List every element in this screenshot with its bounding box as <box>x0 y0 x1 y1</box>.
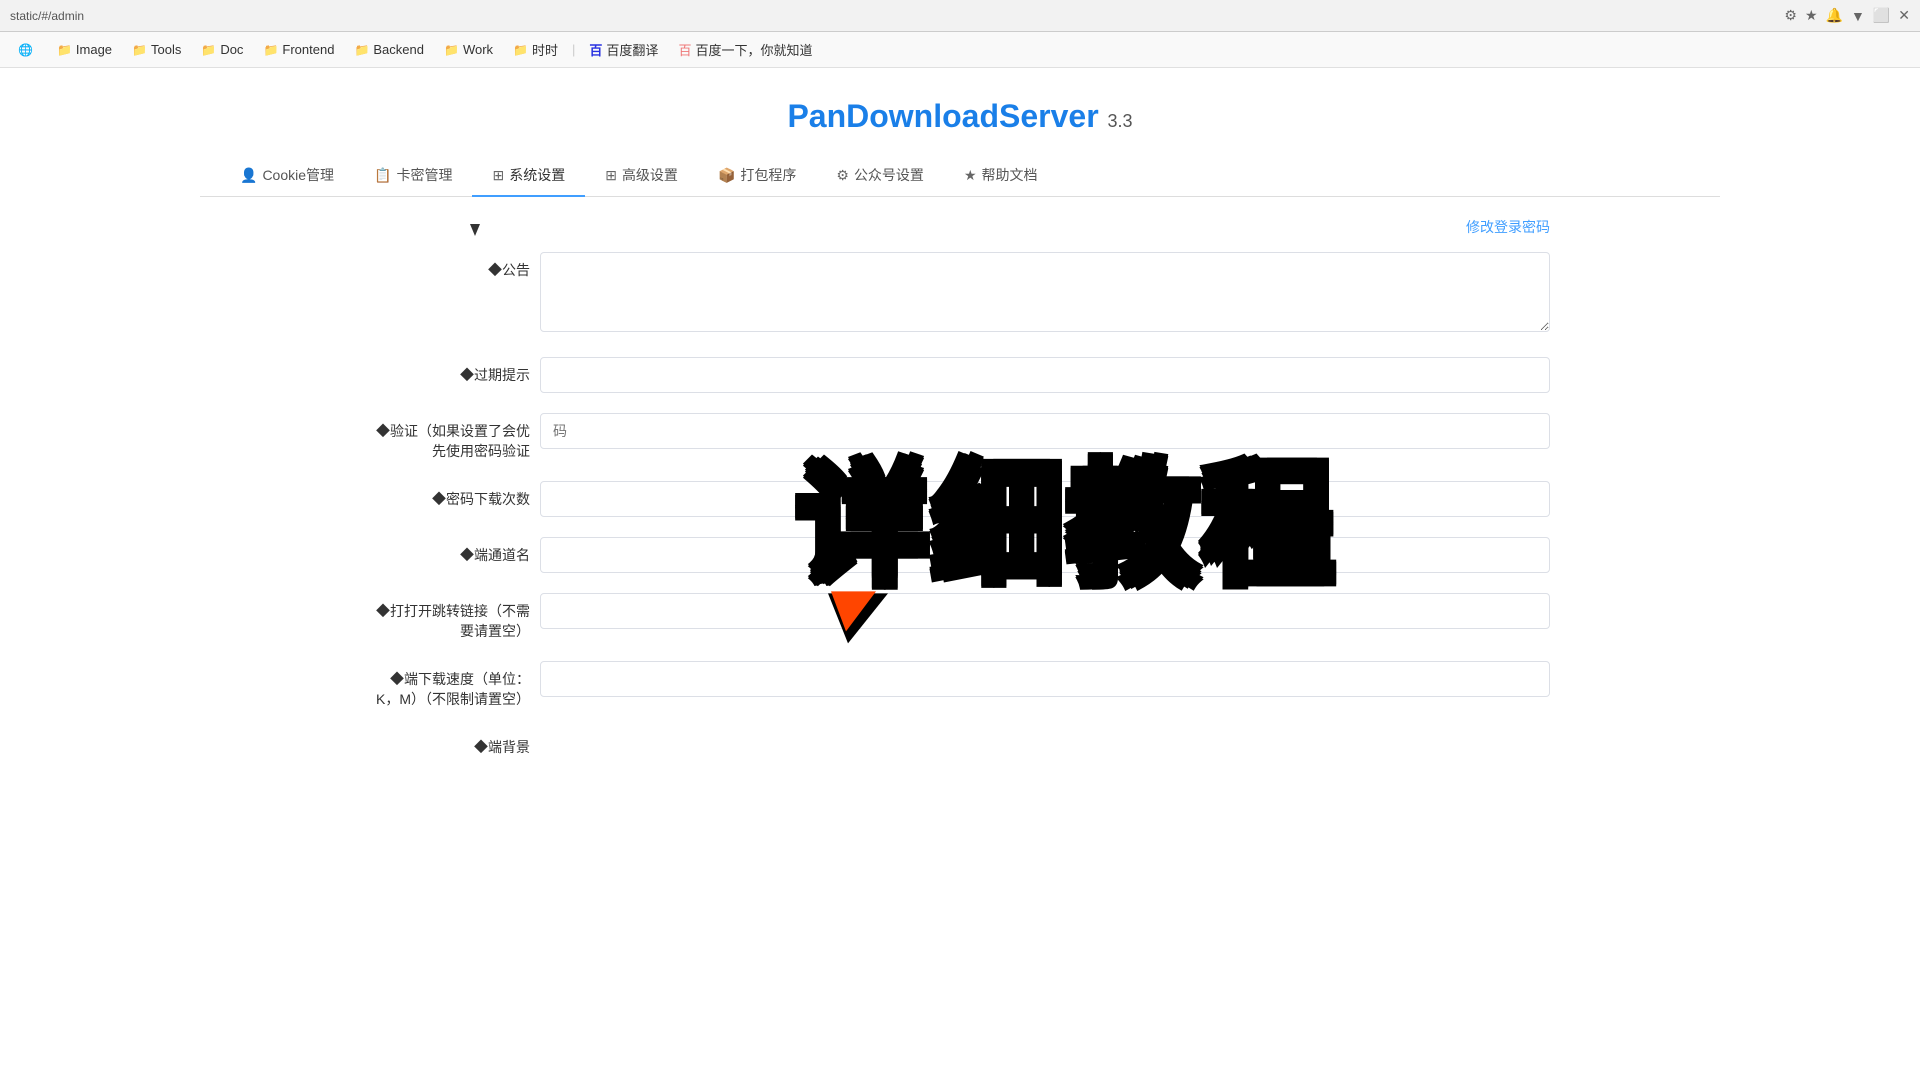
folder-icon: 📁 <box>132 43 147 57</box>
announcement-input-wrapper <box>540 252 1550 337</box>
browser-bar: static/#/admin ⚙ ★ 🔔 ▼ ⬜ ✕ <box>0 0 1920 32</box>
bookmark-baidu-search[interactable]: 百 百度一下，你就知道 <box>670 37 820 62</box>
package-icon: 📦 <box>718 167 735 184</box>
verify-row: ◆验证（如果设置了会优先使用密码验证 <box>370 413 1550 461</box>
bookmark-backend[interactable]: 📁 Backend <box>346 39 432 60</box>
password-downloads-row: ◆密码下载次数 <box>370 481 1550 517</box>
settings-icon[interactable]: ⚙ <box>1784 7 1797 24</box>
profile-icon[interactable]: ▼ <box>1851 8 1865 24</box>
tab-cardkey[interactable]: 📋 卡密管理 <box>354 155 472 197</box>
expiry-hint-input-wrapper <box>540 357 1550 393</box>
network-icon: 🌐 <box>18 43 33 57</box>
site-version: 3.3 <box>1108 111 1133 131</box>
password-downloads-input-wrapper <box>540 481 1550 517</box>
verify-input-wrapper <box>540 413 1550 449</box>
password-downloads-input[interactable] <box>540 481 1550 517</box>
password-downloads-label: ◆密码下载次数 <box>370 481 530 509</box>
verify-label: ◆验证（如果设置了会优先使用密码验证 <box>370 413 530 461</box>
expiry-hint-row: ◆过期提示 <box>370 357 1550 393</box>
redirect-row: ◆打打开跳转链接（不需要请置空） <box>370 593 1550 641</box>
bookmark-shishi[interactable]: 📁 时时 <box>505 37 566 62</box>
redirect-input[interactable] <box>540 593 1550 629</box>
browser-url: static/#/admin <box>10 9 1784 23</box>
expiry-hint-input[interactable] <box>540 357 1550 393</box>
browser-icons: ⚙ ★ 🔔 ▼ ⬜ ✕ <box>1784 7 1910 24</box>
tab-advanced[interactable]: ⊞ 高级设置 <box>585 155 698 197</box>
folder-icon: 📁 <box>513 43 528 57</box>
verify-input[interactable] <box>540 413 1550 449</box>
tab-package[interactable]: 📦 打包程序 <box>698 155 816 197</box>
bookmark-separator: | <box>572 42 575 57</box>
baidu-search-icon: 百 <box>678 40 691 59</box>
advanced-icon: ⊞ <box>605 167 617 184</box>
redirect-input-wrapper <box>540 593 1550 629</box>
folder-icon: 📁 <box>354 43 369 57</box>
bookmark-baidu-fanyi[interactable]: 百 百度翻译 <box>581 37 666 62</box>
extension-icon[interactable]: 🔔 <box>1826 7 1843 24</box>
bookmark-frontend[interactable]: 📁 Frontend <box>255 39 342 60</box>
tab-help[interactable]: ★ 帮助文档 <box>944 155 1058 197</box>
folder-icon: 📁 <box>57 43 72 57</box>
restore-icon[interactable]: ⬜ <box>1873 7 1890 24</box>
backend-bg-label: ◆端背景 <box>370 729 530 757</box>
download-speed-input[interactable] <box>540 661 1550 697</box>
download-speed-label: ◆端下载速度（单位：K，M）（不限制请置空） <box>370 661 530 709</box>
expiry-hint-label: ◆过期提示 <box>370 357 530 385</box>
folder-icon: 📁 <box>444 43 459 57</box>
tab-system[interactable]: ⊞ 系统设置 <box>472 155 585 197</box>
channel-name-label: ◆端通道名 <box>370 537 530 565</box>
site-title: PanDownloadServer <box>787 98 1098 134</box>
close-icon[interactable]: ✕ <box>1898 7 1910 24</box>
tab-cookie[interactable]: 👤 Cookie管理 <box>220 155 354 197</box>
user-icon: 👤 <box>240 167 257 184</box>
content-area: 修改登录密码 ◆公告 ◆过期提示 ◆验证（如果设置了会优先使用密码验证 ◆密码下… <box>340 197 1580 797</box>
bookmark-image[interactable]: 📁 Image <box>49 39 120 60</box>
folder-icon: 📁 <box>263 43 278 57</box>
download-speed-input-wrapper <box>540 661 1550 697</box>
bookmark-network[interactable]: 🌐 <box>10 40 45 60</box>
bookmarks-bar: 🌐 📁 Image 📁 Tools 📁 Doc 📁 Frontend 📁 Bac… <box>0 32 1920 68</box>
announcement-row: ◆公告 <box>370 252 1550 337</box>
channel-name-row: ◆端通道名 <box>370 537 1550 573</box>
card-icon: 📋 <box>374 167 391 184</box>
download-speed-row: ◆端下载速度（单位：K，M）（不限制请置空） <box>370 661 1550 709</box>
nav-tabs: 👤 Cookie管理 📋 卡密管理 ⊞ 系统设置 ⊞ 高级设置 📦 打包程序 ⚙… <box>200 155 1720 197</box>
help-icon: ★ <box>964 167 977 184</box>
bookmark-tools[interactable]: 📁 Tools <box>124 39 189 60</box>
channel-name-input-wrapper <box>540 537 1550 573</box>
star-icon[interactable]: ★ <box>1805 7 1818 24</box>
bookmark-work[interactable]: 📁 Work <box>436 39 501 60</box>
main-content: PanDownloadServer 3.3 👤 Cookie管理 📋 卡密管理 … <box>0 68 1920 797</box>
tab-wechat[interactable]: ⚙ 公众号设置 <box>816 155 944 197</box>
baidu-fanyi-icon: 百 <box>589 40 602 59</box>
change-password-section: 修改登录密码 <box>370 217 1550 237</box>
change-password-link[interactable]: 修改登录密码 <box>1466 219 1550 235</box>
system-icon: ⊞ <box>492 167 504 184</box>
page-header: PanDownloadServer 3.3 <box>0 68 1920 155</box>
redirect-label: ◆打打开跳转链接（不需要请置空） <box>370 593 530 641</box>
backend-bg-row: ◆端背景 <box>370 729 1550 757</box>
channel-name-input[interactable] <box>540 537 1550 573</box>
wechat-icon: ⚙ <box>836 167 849 184</box>
announcement-label: ◆公告 <box>370 252 530 280</box>
bookmark-doc[interactable]: 📁 Doc <box>193 39 251 60</box>
announcement-textarea[interactable] <box>540 252 1550 332</box>
folder-icon: 📁 <box>201 43 216 57</box>
